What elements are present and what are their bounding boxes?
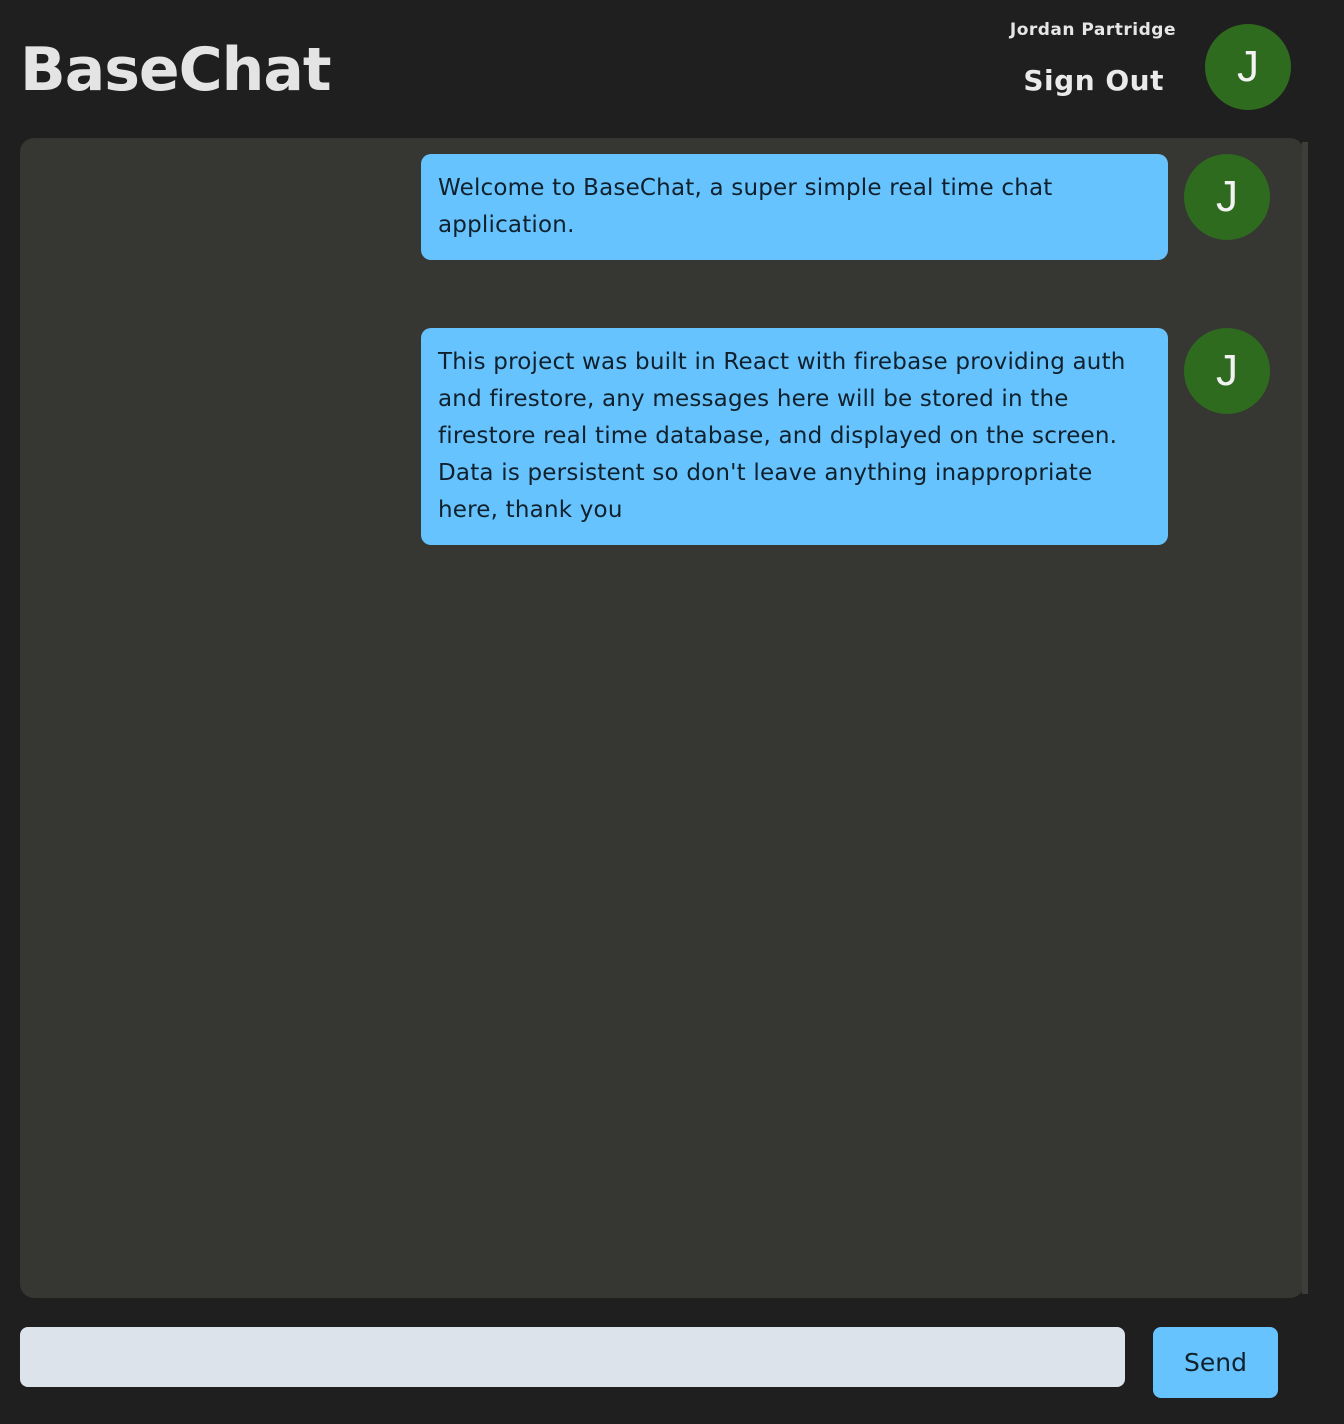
message-item: This project was built in React with fir… (421, 328, 1271, 545)
message-avatar: J (1184, 328, 1270, 414)
app-title: BaseChat (20, 35, 332, 105)
send-button[interactable]: Send (1153, 1327, 1278, 1398)
message-item: Welcome to BaseChat, a super simple real… (421, 154, 1271, 260)
message-list[interactable]: Welcome to BaseChat, a super simple real… (20, 138, 1304, 1298)
message-input[interactable] (20, 1327, 1125, 1387)
app-window: BaseChat Jordan Partridge Sign Out J Wel… (0, 0, 1344, 1424)
user-name: Jordan Partridge (1009, 20, 1176, 40)
message-avatar: J (1184, 154, 1270, 240)
sign-out-button[interactable]: Sign Out (1023, 62, 1164, 100)
user-avatar[interactable]: J (1205, 24, 1291, 110)
message-bubble: This project was built in React with fir… (421, 328, 1168, 545)
message-list-scrollbar[interactable] (1302, 142, 1308, 1294)
message-bubble: Welcome to BaseChat, a super simple real… (421, 154, 1168, 260)
